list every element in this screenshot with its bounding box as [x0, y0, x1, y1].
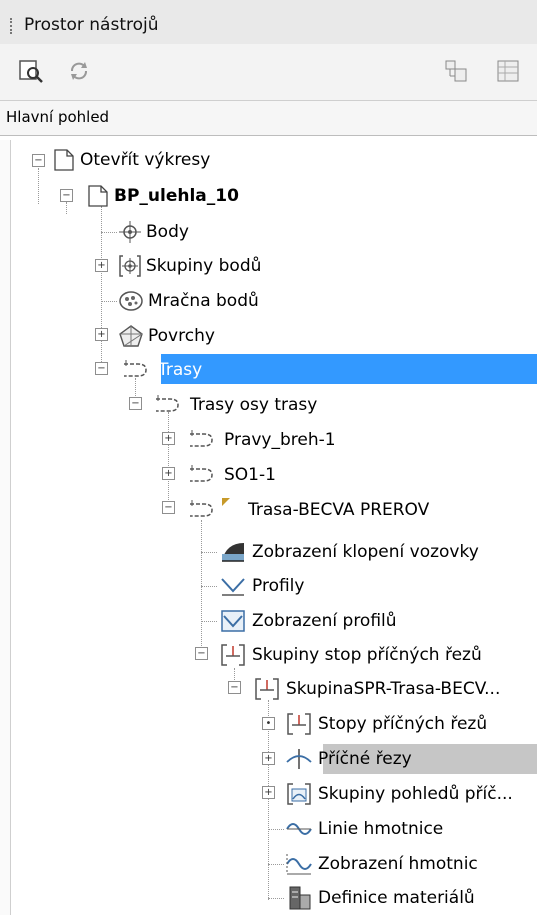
tree-node-centerline-alignments[interactable]: Trasy osy trasy [150, 389, 321, 421]
palette-title: Prostor nástrojů [24, 15, 159, 35]
palette-toolbar [0, 44, 537, 101]
tree-node-sample-line-group[interactable]: SkupinaSPR-Trasa-BECV... [252, 673, 504, 705]
sample-line-group-icon [255, 678, 279, 700]
tree-label: Stopy příčných řezů [318, 714, 488, 734]
expand-alignment-2[interactable]: + [162, 467, 175, 480]
sample-line-group-icon [221, 644, 245, 666]
tree-label: Trasa-BECVA PREROV [248, 500, 430, 520]
tree-label: Skupiny stop příčných řezů [252, 645, 482, 665]
tree-label: Otevřít výkresy [80, 150, 211, 170]
points-icon [119, 221, 141, 243]
tree-node-section-view-groups[interactable]: Skupiny pohledů příč... [284, 778, 517, 810]
collapse-centerline-alignments[interactable]: − [129, 397, 142, 410]
collapse-alignments[interactable]: − [95, 362, 108, 375]
section-view-group-icon [287, 783, 311, 805]
collapse-sample-line-groups[interactable]: − [195, 647, 208, 660]
tree-label: Zobrazení profilů [252, 611, 397, 631]
palette-grip[interactable] [10, 18, 16, 34]
drawing-sheet-icon [88, 185, 108, 207]
refresh-icon[interactable] [66, 58, 92, 84]
point-cloud-icon [119, 291, 143, 311]
tree-label: Zobrazení hmotnic [318, 854, 478, 874]
drawing-sheet-icon [54, 149, 74, 171]
tree-label: Skupiny pohledů příč... [318, 784, 513, 804]
tree-node-superelevation-views[interactable]: Zobrazení klopení vozovky [218, 536, 483, 568]
item-view-icon[interactable] [443, 58, 469, 84]
collapse-open-drawings[interactable]: − [32, 154, 45, 167]
tree-node-mass-haul-views[interactable]: Zobrazení hmotnic [284, 848, 482, 880]
tree-node-mass-haul-lines[interactable]: Linie hmotnice [284, 813, 447, 845]
selection-highlight [161, 354, 537, 384]
tree-node-sample-lines[interactable]: Stopy příčných řezů [284, 708, 491, 740]
tree-label: SO1-1 [224, 465, 276, 485]
tree-label: Skupiny bodů [146, 256, 262, 276]
tree-node-point-groups[interactable]: Skupiny bodů [118, 250, 265, 282]
tree-node-material-lists[interactable]: Definice materiálů [284, 882, 479, 914]
tree-label: Zobrazení klopení vozovky [252, 542, 479, 562]
tree-node-alignment-3[interactable]: Trasa-BECVA PREROV [184, 494, 433, 526]
view-selector-value: Hlavní pohled [6, 108, 110, 126]
expand-alignment-1[interactable]: + [162, 432, 175, 445]
tree-label: Mračna bodů [148, 291, 259, 311]
sample-lines-icon [287, 713, 311, 735]
list-view-icon[interactable] [495, 58, 521, 84]
tree-label: Body [146, 222, 189, 242]
tree-node-point-clouds[interactable]: Mračna bodů [118, 285, 263, 317]
surface-icon [119, 325, 143, 347]
tree-label: Příčné řezy [318, 749, 412, 769]
expand-sections[interactable]: + [262, 752, 275, 765]
mass-haul-line-icon [286, 823, 312, 835]
tree-node-sample-line-groups[interactable]: Skupiny stop příčných řezů [218, 639, 486, 671]
tree-label: BP_ulehla_10 [114, 186, 239, 206]
alignment-icon [190, 430, 213, 447]
palette-titlebar[interactable]: Prostor nástrojů [0, 0, 537, 45]
tree-node-drawing[interactable]: BP_ulehla_10 [86, 180, 243, 212]
tree-node-alignment-2[interactable]: SO1-1 [184, 459, 280, 491]
tree-node-alignments[interactable]: Trasy [118, 354, 206, 386]
expand-section-view-groups[interactable]: + [262, 786, 275, 799]
tree-label: Trasy [158, 360, 203, 380]
point-groups-icon [119, 255, 141, 277]
tree-label: Trasy osy trasy [190, 395, 318, 415]
alignment-icon [124, 360, 147, 377]
tree-label: Povrchy [148, 326, 215, 346]
tree-node-points[interactable]: Body [118, 216, 193, 248]
collapse-alignment-3[interactable]: − [162, 501, 175, 514]
tree-label: Pravy_breh-1 [224, 430, 336, 450]
tree-node-profile-views[interactable]: Zobrazení profilů [218, 605, 401, 637]
view-selector[interactable]: Hlavní pohled [0, 101, 537, 136]
tree-left-edge [0, 140, 11, 915]
tree-node-profiles[interactable]: Profily [218, 570, 308, 602]
alignment-modified-icon [190, 498, 230, 517]
expand-point-groups[interactable]: + [95, 259, 108, 272]
collapse-sample-line-group[interactable]: − [228, 681, 241, 694]
expand-surfaces[interactable]: + [95, 328, 108, 341]
profile-view-icon [221, 610, 245, 632]
superelevation-view-icon [222, 543, 244, 562]
tree-label: Profily [252, 576, 305, 596]
alignment-icon [190, 465, 213, 482]
collapse-sample-lines[interactable]: • [262, 717, 275, 730]
mass-haul-view-icon [286, 854, 312, 875]
tree-node-open-drawings[interactable]: Otevřít výkresy [52, 144, 214, 176]
section-icon [286, 749, 312, 769]
alignment-icon [156, 395, 179, 412]
tree-label: Linie hmotnice [318, 819, 444, 839]
prospector-tree: − − + + − − + + − − − • + + Otevřít výkr… [0, 140, 537, 915]
tree-node-surfaces[interactable]: Povrchy [118, 320, 219, 352]
tree-label: Definice materiálů [318, 888, 475, 908]
tree-node-alignment-1[interactable]: Pravy_breh-1 [184, 424, 340, 456]
collapse-drawing[interactable]: − [60, 189, 73, 202]
tree-label: SkupinaSPR-Trasa-BECV... [286, 679, 501, 699]
profile-icon [221, 578, 245, 596]
preview-icon[interactable] [18, 58, 44, 84]
material-list-icon [289, 886, 311, 910]
tree-node-sections[interactable]: Příčné řezy [284, 743, 416, 775]
